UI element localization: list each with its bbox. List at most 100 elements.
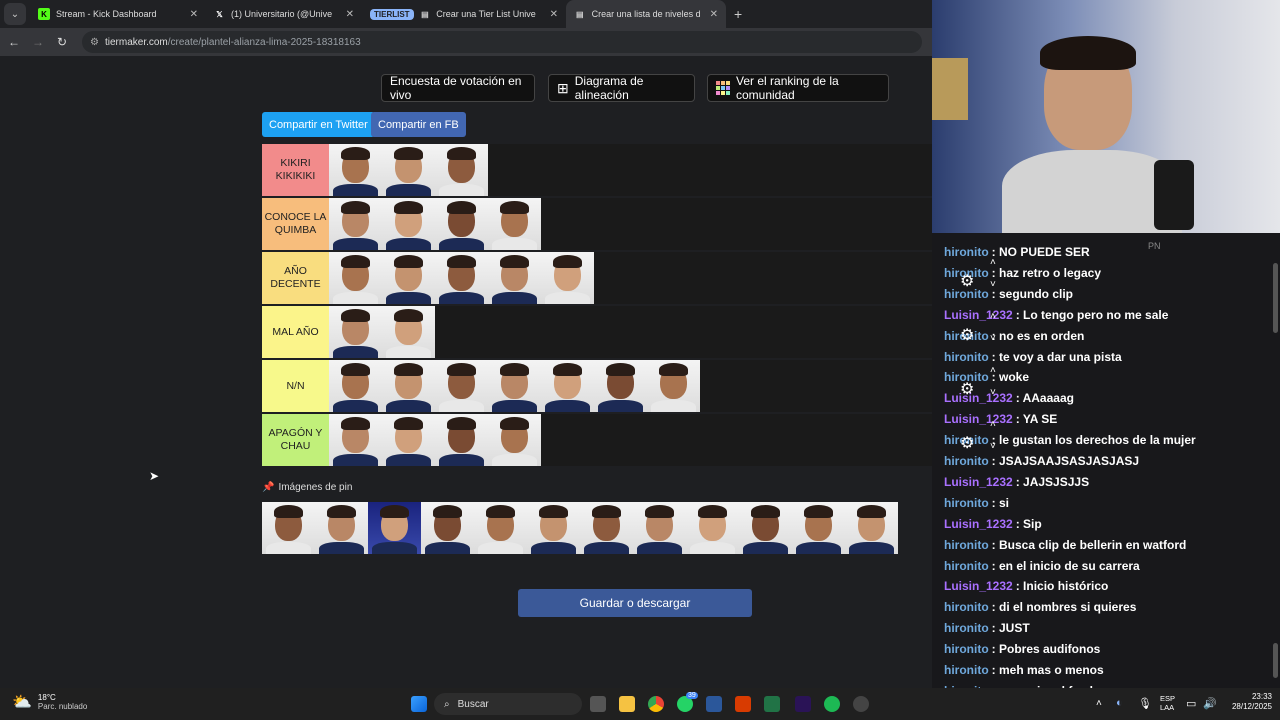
chat-username[interactable]: hironito (944, 621, 989, 635)
player-card[interactable] (368, 502, 421, 554)
chat-username[interactable]: hironito (944, 600, 989, 614)
player-card[interactable] (329, 144, 382, 196)
tier-label[interactable]: MAL AÑO (262, 306, 329, 358)
player-card[interactable] (435, 144, 488, 196)
chat-username[interactable]: hironito (944, 642, 989, 656)
chat-username[interactable]: Luisin_1232 (944, 579, 1013, 593)
gear-icon[interactable]: ⚙ (960, 271, 974, 291)
chat-username[interactable]: Luisin_1232 (944, 308, 1013, 322)
player-card[interactable] (382, 306, 435, 358)
tier-label[interactable]: AÑO DECENTE (262, 252, 329, 304)
live-poll-button[interactable]: Encuesta de votación en vivo (381, 74, 535, 102)
copilot-icon[interactable]: ◐ (1116, 697, 1123, 709)
player-card[interactable] (329, 414, 382, 466)
player-card[interactable] (382, 144, 435, 196)
chat-username[interactable]: hironito (944, 350, 989, 364)
language-indicator[interactable]: ESP LAA (1160, 694, 1175, 712)
obs-icon[interactable] (853, 696, 869, 712)
office-icon[interactable] (735, 696, 751, 712)
chat-username[interactable]: hironito (944, 559, 989, 573)
community-ranking-button[interactable]: Ver el ranking de la comunidad (707, 74, 889, 102)
chat-username[interactable]: hironito (944, 245, 989, 259)
player-card[interactable] (382, 198, 435, 250)
player-card[interactable] (435, 198, 488, 250)
chevron-down-icon[interactable]: ˅ (990, 441, 996, 452)
share-twitter-button[interactable]: Compartir en Twitter (262, 112, 375, 137)
player-card[interactable] (382, 360, 435, 412)
address-bar[interactable]: ⚙ tiermaker.com/create/plantel-alianza-l… (82, 31, 922, 53)
gear-icon[interactable]: ⚙ (960, 433, 974, 453)
chat-username[interactable]: Luisin_1232 (944, 475, 1013, 489)
chat-username[interactable]: hironito (944, 496, 989, 510)
player-card[interactable] (594, 360, 647, 412)
player-card[interactable] (382, 414, 435, 466)
tab-x-universitario[interactable]: 𝕏 (1) Universitario (@Universitario ✕ (206, 0, 362, 28)
chat-username[interactable]: Luisin_1232 (944, 412, 1013, 426)
player-card[interactable] (647, 360, 700, 412)
chat-username[interactable]: Luisin_1232 (944, 517, 1013, 531)
chevron-up-icon[interactable]: ˄ (1096, 698, 1102, 709)
chat-username[interactable]: hironito (944, 454, 989, 468)
player-card[interactable] (262, 502, 315, 554)
chevron-down-icon[interactable]: ˅ (990, 333, 996, 344)
player-card[interactable] (488, 252, 541, 304)
close-icon[interactable]: ✕ (346, 9, 354, 20)
taskbar-search[interactable]: ⌕ Buscar (434, 693, 582, 715)
gear-icon[interactable]: ⚙ (960, 325, 974, 345)
player-card[interactable] (541, 252, 594, 304)
chat-scrollbar[interactable] (1273, 263, 1278, 333)
player-card[interactable] (435, 414, 488, 466)
microphone-icon[interactable]: 🎙 (1138, 697, 1152, 710)
player-card[interactable] (541, 360, 594, 412)
spotify-icon[interactable] (824, 696, 840, 712)
close-icon[interactable]: ✕ (190, 9, 198, 20)
weather-widget[interactable]: ⛅ 18°C Parc. nublado (12, 692, 87, 712)
tab-search-icon[interactable]: ⌄ (4, 3, 26, 25)
player-card[interactable] (421, 502, 474, 554)
network-icon[interactable]: ▭ (1186, 697, 1196, 710)
word-icon[interactable] (706, 696, 722, 712)
site-info-icon[interactable]: ⚙ (90, 37, 99, 48)
player-card[interactable] (435, 252, 488, 304)
player-card[interactable] (474, 502, 527, 554)
close-icon[interactable]: ✕ (710, 9, 718, 20)
player-card[interactable] (580, 502, 633, 554)
tier-label[interactable]: APAGÓN Y CHAU (262, 414, 329, 466)
chevron-down-icon[interactable]: ˅ (990, 279, 996, 290)
player-card[interactable] (329, 198, 382, 250)
tier-label[interactable]: CONOCE LA QUIMBA (262, 198, 329, 250)
task-view-icon[interactable] (590, 696, 606, 712)
player-card[interactable] (488, 360, 541, 412)
forward-icon[interactable]: → (26, 35, 50, 49)
tab-tierlist-alianza[interactable]: ▤ Crear una lista de niveles de Al ✕ (566, 0, 726, 28)
player-card[interactable] (739, 502, 792, 554)
player-card[interactable] (527, 502, 580, 554)
reload-icon[interactable]: ↻ (50, 35, 74, 49)
player-card[interactable] (488, 414, 541, 466)
player-card[interactable] (329, 252, 382, 304)
gear-icon[interactable]: ⚙ (960, 379, 974, 399)
chevron-up-icon[interactable]: ˄ (990, 257, 996, 268)
chevron-down-icon[interactable]: ˅ (990, 387, 996, 398)
lineup-button[interactable]: ⊞ Diagrama de alineación (548, 74, 695, 102)
premiere-icon[interactable] (795, 696, 811, 712)
player-card[interactable] (382, 252, 435, 304)
player-card[interactable] (845, 502, 898, 554)
chat-username[interactable]: hironito (944, 663, 989, 677)
volume-icon[interactable]: 🔊 (1203, 697, 1217, 710)
player-card[interactable] (792, 502, 845, 554)
tier-label[interactable]: KIKIRI KIKIKIKI (262, 144, 329, 196)
close-icon[interactable]: ✕ (550, 9, 558, 20)
chevron-up-icon[interactable]: ˄ (990, 365, 996, 376)
player-card[interactable] (329, 360, 382, 412)
player-card[interactable] (435, 360, 488, 412)
new-tab-icon[interactable]: + (734, 6, 742, 22)
player-card[interactable] (488, 198, 541, 250)
chrome-icon[interactable] (648, 696, 664, 712)
tier-label[interactable]: N/N (262, 360, 329, 412)
chevron-up-icon[interactable]: ˄ (990, 419, 996, 430)
clock[interactable]: 23:33 28/12/2025 (1232, 692, 1272, 713)
player-card[interactable] (633, 502, 686, 554)
chat-scrollbar-lower[interactable] (1273, 643, 1278, 678)
excel-icon[interactable] (764, 696, 780, 712)
